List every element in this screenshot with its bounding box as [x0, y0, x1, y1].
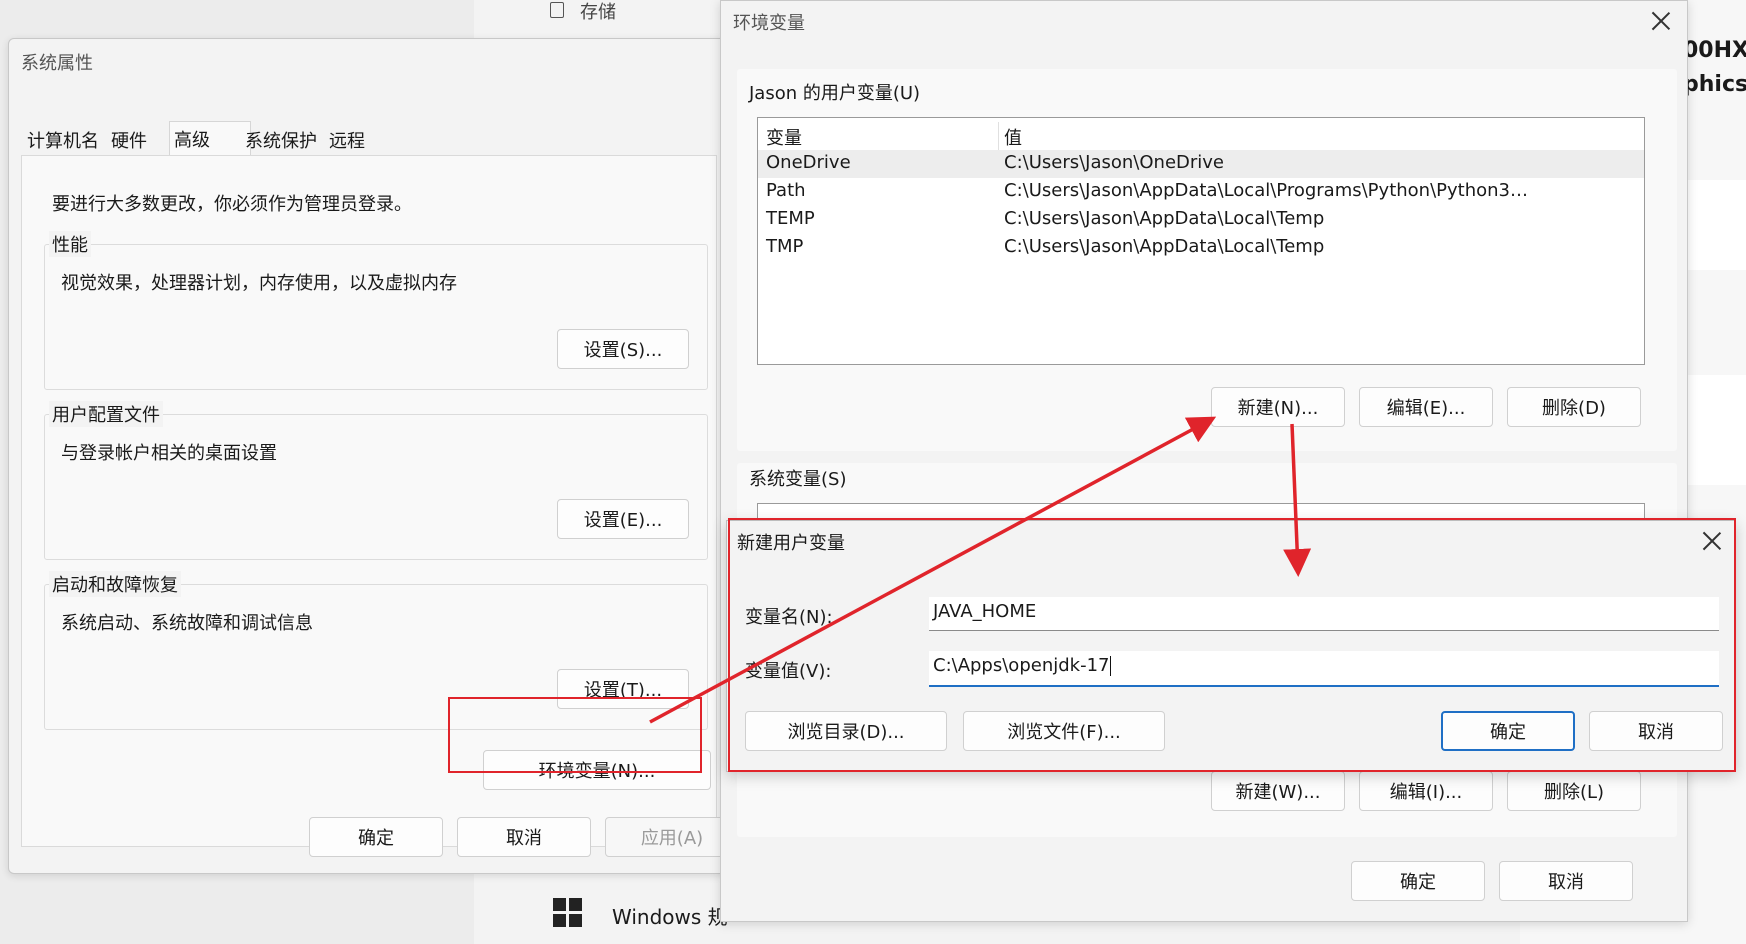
- annotation-arrows: [649, 416, 1312, 724]
- arrow-to-new-dialog: [1283, 423, 1312, 577]
- arrow-to-new-button: [649, 416, 1217, 724]
